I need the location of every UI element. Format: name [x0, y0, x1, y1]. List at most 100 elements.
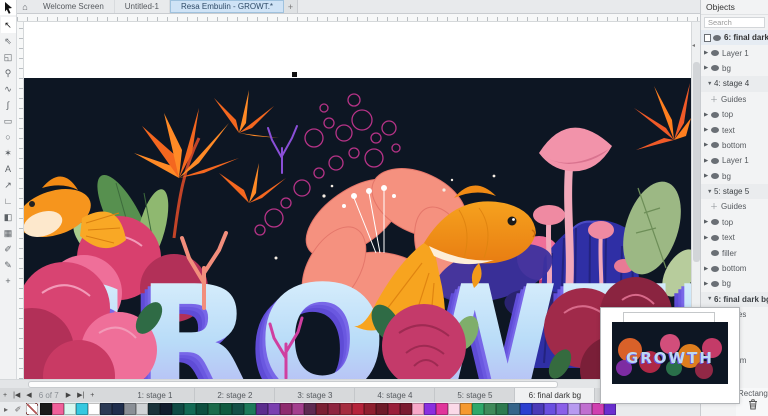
color-swatch-35[interactable] — [448, 403, 460, 415]
color-swatch-33[interactable] — [424, 403, 436, 415]
bezier-tool[interactable]: ∫ — [1, 97, 16, 113]
active-page-row[interactable]: 6: final dark — [701, 30, 768, 46]
color-swatch-3[interactable] — [64, 403, 76, 415]
color-swatch-7[interactable] — [112, 403, 124, 415]
color-swatch-24[interactable] — [316, 403, 328, 415]
visibility-eye-icon[interactable] — [711, 234, 719, 241]
document-tab-1[interactable]: Welcome Screen — [33, 0, 115, 13]
expand-arrow-icon[interactable]: ▶ — [704, 65, 711, 71]
objects-row-text[interactable]: ▶ text — [701, 122, 768, 137]
color-swatch-37[interactable] — [472, 403, 484, 415]
objects-search-input[interactable]: Search — [704, 17, 765, 28]
color-swatch-28[interactable] — [364, 403, 376, 415]
polygon-tool[interactable]: ✶ — [1, 145, 16, 161]
color-swatch-46[interactable] — [580, 403, 592, 415]
color-swatch-43[interactable] — [544, 403, 556, 415]
page-tab-1[interactable]: 1: stage 1 — [115, 388, 196, 402]
color-swatch-10[interactable] — [148, 403, 160, 415]
smart-fill-tool[interactable]: ✎ — [1, 257, 16, 273]
horizontal-ruler[interactable] — [17, 14, 700, 22]
color-swatch-27[interactable] — [352, 403, 364, 415]
page-tab-3[interactable]: 3: stage 3 — [275, 388, 356, 402]
horizontal-scrollbar-thumb[interactable] — [28, 381, 558, 388]
freehand-tool[interactable]: ∿ — [1, 81, 16, 97]
color-swatch-34[interactable] — [436, 403, 448, 415]
objects-row-6-final-dark-bg[interactable]: ▼ 6: final dark bg — [701, 291, 768, 308]
expand-arrow-icon[interactable]: ▶ — [704, 281, 711, 287]
objects-row-bottom[interactable]: ▶ bottom — [701, 138, 768, 153]
color-swatch-19[interactable] — [256, 403, 268, 415]
objects-row-layer-1[interactable]: ▶ Layer 1 — [701, 153, 768, 168]
visibility-eye-icon[interactable] — [711, 280, 719, 287]
horizontal-scrollbar[interactable] — [0, 379, 700, 388]
first-page-button[interactable]: |◀ — [10, 388, 23, 402]
add-tool-button[interactable]: + — [1, 273, 16, 289]
color-swatch-4[interactable] — [76, 403, 88, 415]
home-icon[interactable]: ⌂ — [17, 0, 33, 13]
color-swatch-18[interactable] — [244, 403, 256, 415]
new-document-tab-button[interactable]: + — [284, 0, 299, 13]
no-color-swatch[interactable] — [26, 403, 38, 415]
pick-tool[interactable]: ↖ — [0, 17, 16, 33]
color-swatch-44[interactable] — [556, 403, 568, 415]
expand-arrow-icon[interactable]: ▶ — [704, 112, 711, 118]
color-swatch-12[interactable] — [172, 403, 184, 415]
visibility-eye-icon[interactable] — [711, 50, 719, 57]
color-swatch-16[interactable] — [220, 403, 232, 415]
next-page-button[interactable]: ▶ — [63, 388, 74, 402]
eyedropper-tool[interactable]: ✐ — [1, 241, 16, 257]
color-swatch-40[interactable] — [508, 403, 520, 415]
objects-row-filler[interactable]: filler — [701, 245, 768, 260]
add-page-left-button[interactable]: + — [0, 388, 10, 402]
expand-arrow-icon[interactable]: ▶ — [704, 142, 711, 148]
color-swatch-22[interactable] — [292, 403, 304, 415]
growth-artwork[interactable]: GROWTH GROWTH GROWTH GROWTH — [24, 78, 691, 379]
objects-row-guides[interactable]: ＋Guides — [701, 92, 768, 107]
color-swatch-39[interactable] — [496, 403, 508, 415]
docker-collapse-icon[interactable]: ◂ — [692, 42, 695, 49]
objects-row-5-stage-5[interactable]: ▼ 5: stage 5 — [701, 183, 768, 200]
color-swatch-1[interactable] — [40, 403, 52, 415]
expand-arrow-icon[interactable]: ▶ — [704, 50, 711, 56]
prev-page-button[interactable]: ◀ — [23, 388, 34, 402]
color-swatch-2[interactable] — [52, 403, 64, 415]
visibility-eye-icon[interactable] — [711, 111, 719, 118]
expand-arrow-icon[interactable]: ▶ — [704, 173, 711, 179]
document-tab-2[interactable]: Untitled-1 — [115, 0, 171, 13]
collapse-arrow-icon[interactable]: ▼ — [707, 189, 714, 195]
expand-arrow-icon[interactable]: ▶ — [704, 235, 711, 241]
objects-row-bg[interactable]: ▶ bg — [701, 169, 768, 184]
connector-tool[interactable]: ∟ — [1, 193, 16, 209]
visibility-eye-icon[interactable] — [711, 219, 719, 226]
color-swatch-47[interactable] — [592, 403, 604, 415]
vertical-scrollbar-thumb[interactable] — [693, 62, 700, 262]
color-swatch-32[interactable] — [412, 403, 424, 415]
last-page-button[interactable]: ▶| — [74, 388, 87, 402]
pick-tool-selected[interactable] — [0, 0, 17, 15]
selection-handle[interactable] — [292, 72, 297, 77]
color-swatch-23[interactable] — [304, 403, 316, 415]
objects-row-text[interactable]: ▶ text — [701, 230, 768, 245]
page-tab-5[interactable]: 5: stage 5 — [435, 388, 516, 402]
ellipse-tool[interactable]: ○ — [1, 129, 16, 145]
color-swatch-20[interactable] — [268, 403, 280, 415]
document-tab-3[interactable]: Resa Embulin - GROWT.* — [170, 0, 285, 13]
color-swatch-8[interactable] — [124, 403, 136, 415]
color-swatch-21[interactable] — [280, 403, 292, 415]
collapse-arrow-icon[interactable]: ▼ — [707, 81, 714, 87]
visibility-eye-icon[interactable] — [711, 127, 719, 134]
visibility-eye-icon[interactable] — [711, 250, 719, 257]
color-swatch-5[interactable] — [88, 403, 100, 415]
expand-arrow-icon[interactable]: ▶ — [704, 266, 711, 272]
objects-row-bottom[interactable]: ▶ bottom — [701, 261, 768, 276]
vertical-ruler[interactable] — [17, 22, 24, 379]
color-swatch-13[interactable] — [184, 403, 196, 415]
rectangle-tool[interactable]: ▭ — [1, 113, 16, 129]
color-swatch-31[interactable] — [400, 403, 412, 415]
visibility-eye-icon[interactable] — [711, 265, 719, 272]
page-tab-6[interactable]: 6: final dark bg — [515, 388, 596, 402]
page-tab-4[interactable]: 4: stage 4 — [355, 388, 436, 402]
mesh-fill-tool[interactable]: ▦ — [1, 225, 16, 241]
visibility-eye-icon[interactable] — [713, 34, 721, 41]
objects-row-4-stage-4[interactable]: ▼ 4: stage 4 — [701, 76, 768, 92]
